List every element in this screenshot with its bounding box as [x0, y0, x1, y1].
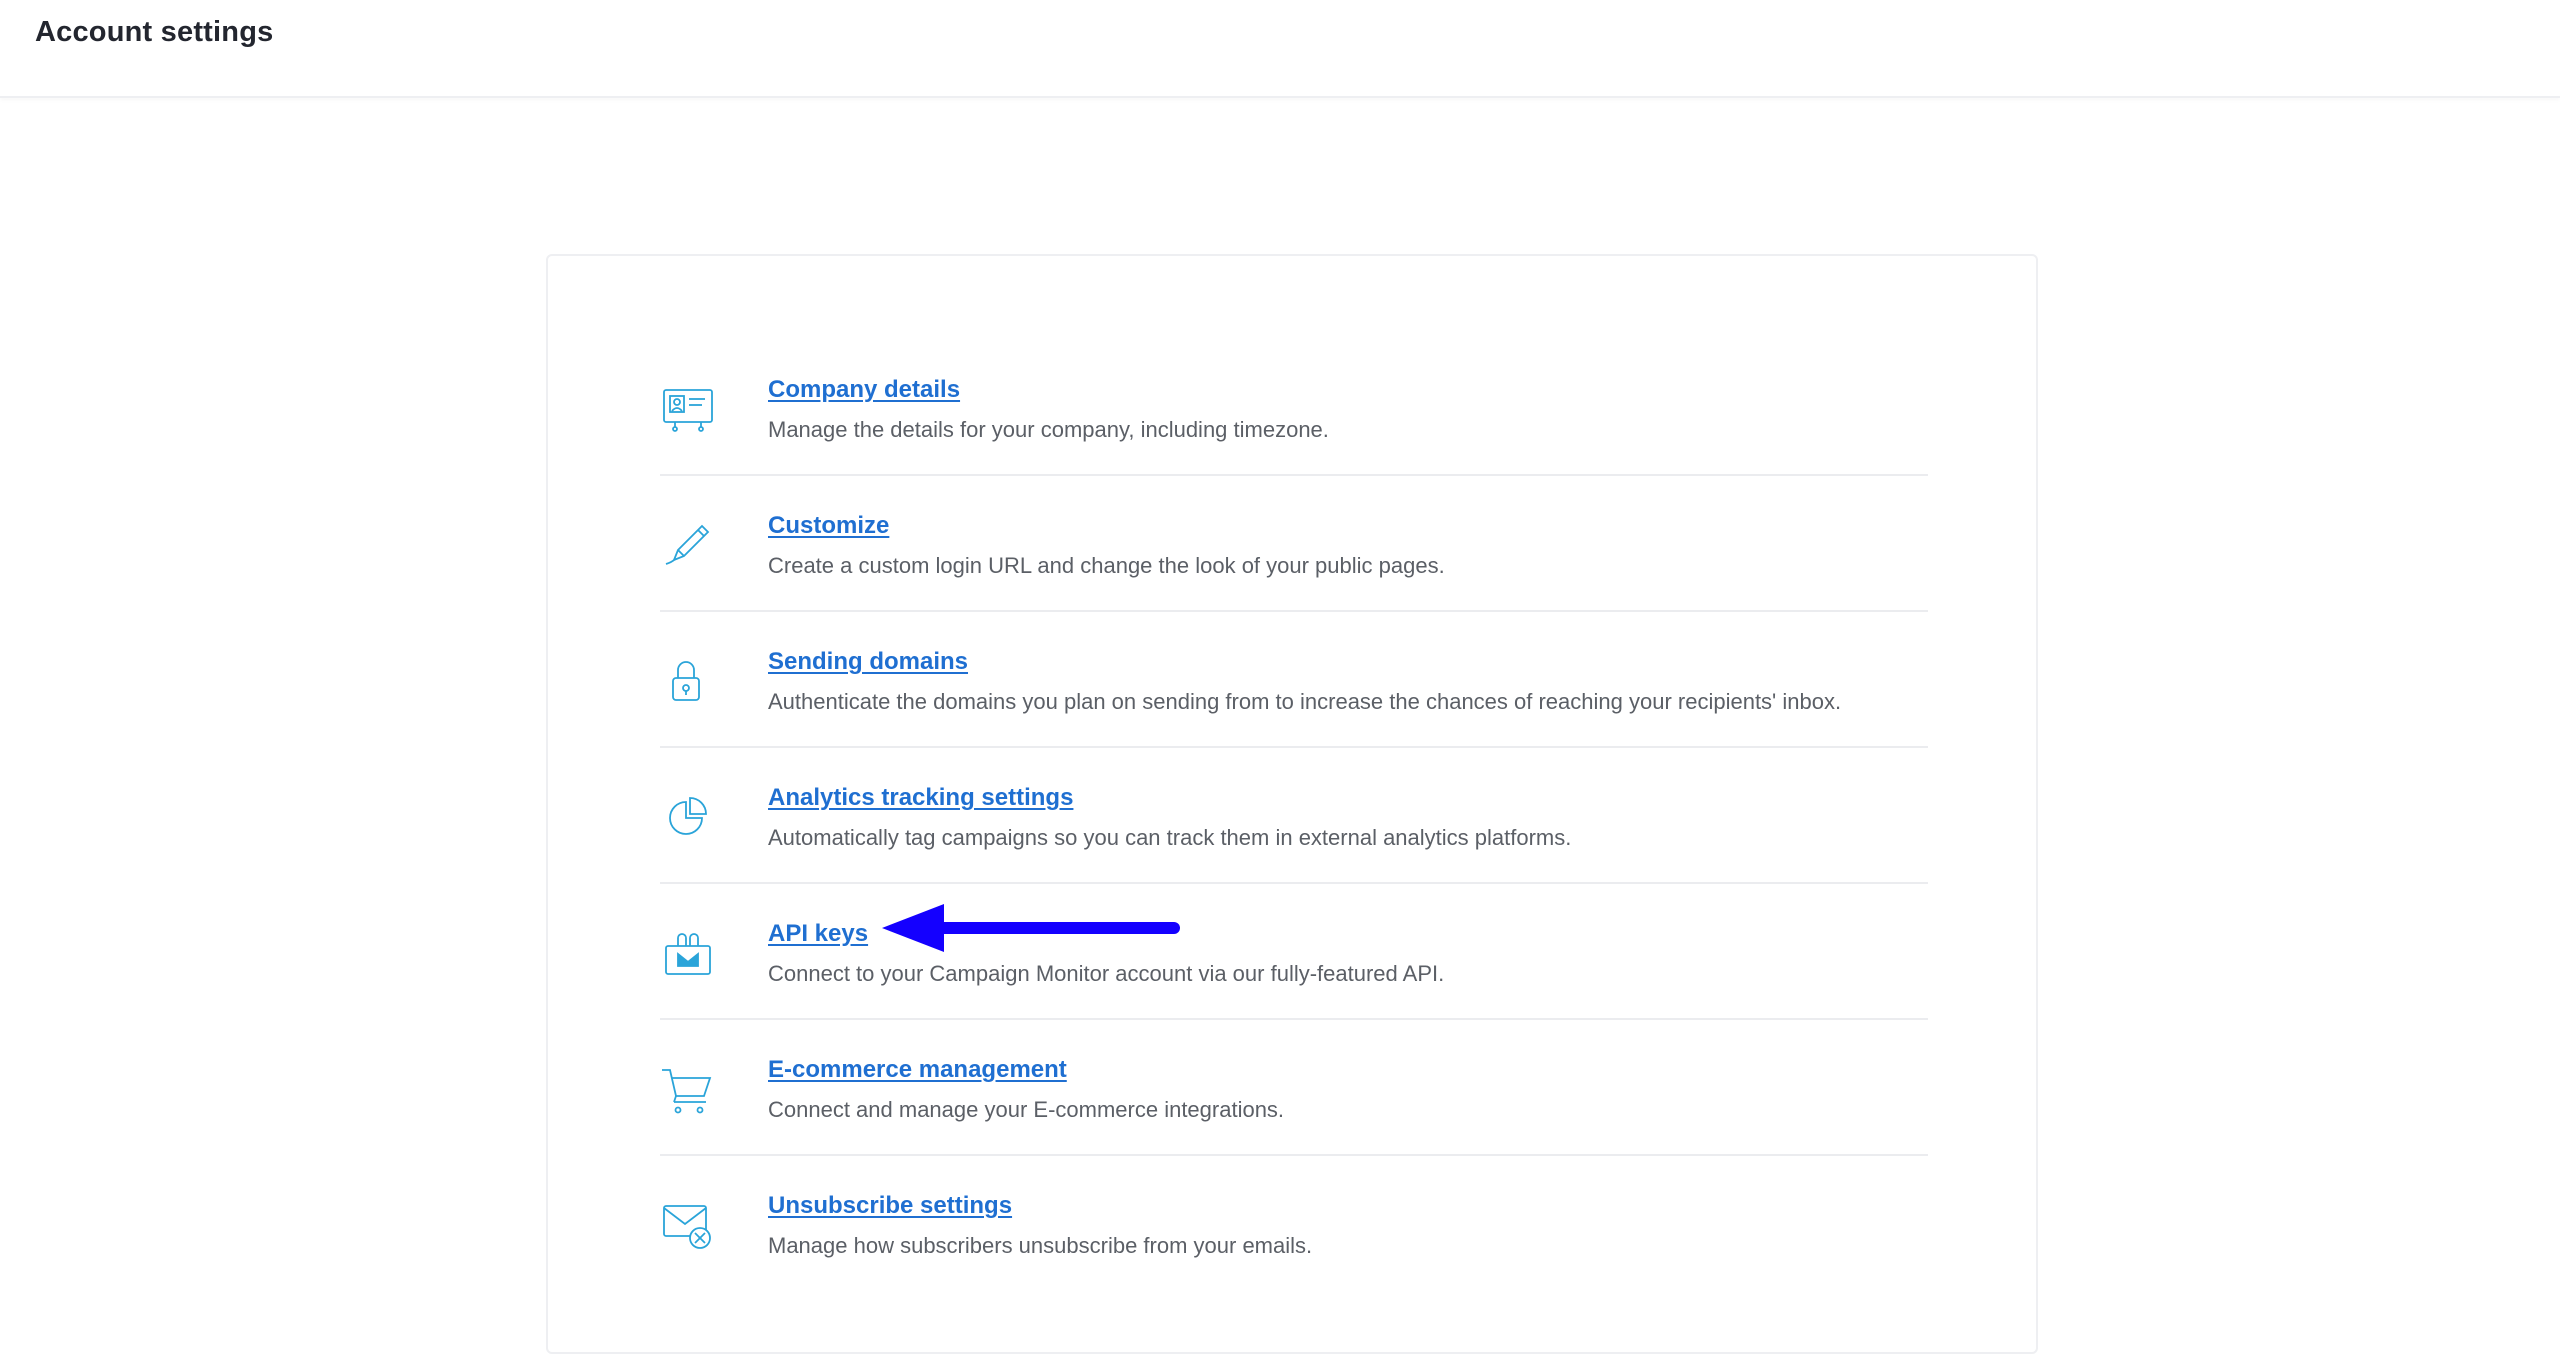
- lock-icon: [672, 661, 700, 701]
- settings-item-api-keys: API keys Connect to your Campaign Monito…: [660, 884, 1928, 1020]
- ecommerce-management-description: Connect and manage your E-commerce integ…: [768, 1097, 1285, 1122]
- settings-item-unsubscribe: Unsubscribe settings Manage how subscrib…: [660, 1156, 1928, 1292]
- sending-domains-link[interactable]: Sending domains: [768, 648, 968, 676]
- analytics-tracking-description: Automatically tag campaigns so you can t…: [768, 825, 1572, 850]
- unsubscribe-settings-link[interactable]: Unsubscribe settings: [768, 1192, 1012, 1220]
- sending-domains-description: Authenticate the domains you plan on sen…: [768, 689, 1842, 714]
- id-card-icon: [663, 389, 713, 432]
- pencil-icon: [665, 524, 710, 565]
- pie-chart-icon: [669, 797, 707, 835]
- company-details-description: Manage the details for your company, inc…: [768, 417, 1329, 442]
- api-keys-link[interactable]: API keys: [768, 920, 868, 948]
- customize-link[interactable]: Customize: [768, 512, 889, 540]
- envelope-unsubscribe-icon: [663, 1205, 711, 1249]
- unsubscribe-settings-description: Manage how subscribers unsubscribe from …: [768, 1233, 1313, 1258]
- customize-description: Create a custom login URL and change the…: [768, 553, 1445, 578]
- settings-item-sending-domains: Sending domains Authenticate the domains…: [660, 612, 1928, 748]
- analytics-tracking-link[interactable]: Analytics tracking settings: [768, 784, 1073, 812]
- ecommerce-management-link[interactable]: E-commerce management: [768, 1056, 1067, 1084]
- shopping-cart-icon: [662, 1069, 712, 1114]
- page-title: Account settings: [35, 16, 274, 48]
- api-plug-icon: [665, 933, 711, 975]
- settings-item-customize: Customize Create a custom login URL and …: [660, 476, 1928, 612]
- annotation-arrow-icon: [882, 904, 1180, 952]
- company-details-link[interactable]: Company details: [768, 376, 960, 404]
- page-header: Account settings: [0, 0, 2560, 98]
- settings-item-company-details: Company details Manage the details for y…: [660, 340, 1928, 476]
- settings-item-ecommerce: E-commerce management Connect and manage…: [660, 1020, 1928, 1156]
- api-keys-description: Connect to your Campaign Monitor account…: [768, 961, 1445, 986]
- settings-item-analytics-tracking: Analytics tracking settings Automaticall…: [660, 748, 1928, 884]
